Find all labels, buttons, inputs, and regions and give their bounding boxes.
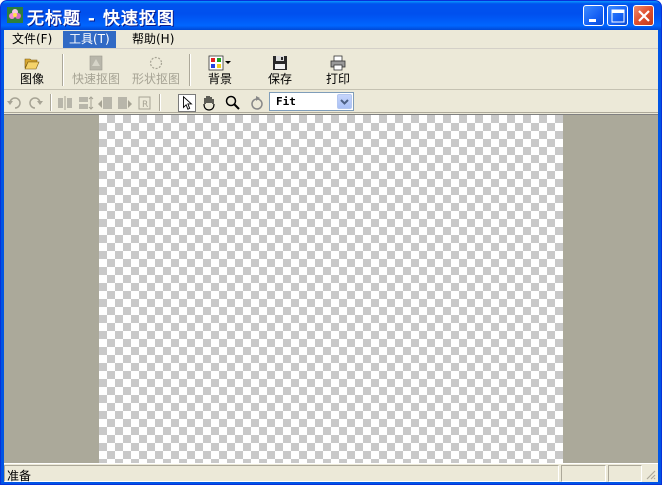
shape-cutout-icon bbox=[149, 56, 163, 70]
rotate-right-icon[interactable] bbox=[116, 94, 134, 112]
close-button[interactable] bbox=[633, 5, 654, 26]
window-title: 无标题 - 快速抠图 bbox=[27, 9, 175, 29]
toolbar-separator bbox=[189, 54, 191, 86]
shape-cutout-label: 形状抠图 bbox=[131, 72, 180, 86]
maximize-button[interactable] bbox=[607, 5, 628, 26]
rotate-left-icon[interactable] bbox=[96, 94, 114, 112]
folder-open-icon bbox=[24, 58, 40, 70]
transparent-canvas[interactable] bbox=[99, 115, 563, 464]
zoom-value: Fit bbox=[276, 95, 296, 108]
color-palette-icon bbox=[208, 55, 231, 71]
status-pane-main: 准备 bbox=[4, 465, 559, 483]
svg-text:R: R bbox=[142, 100, 148, 110]
client-area: 文件(F) 工具(T) 帮助(H) 图像 快速抠图 形状抠图 背景 保存 打印 … bbox=[4, 30, 658, 483]
background-label: 背景 bbox=[207, 72, 232, 86]
background-button[interactable]: 背景 bbox=[202, 53, 238, 87]
close-icon bbox=[638, 10, 650, 22]
quick-cutout-button[interactable]: 快速抠图 bbox=[68, 53, 124, 87]
flip-vertical-icon[interactable] bbox=[76, 94, 94, 112]
app-window: 无标题 - 快速抠图 文件(F) 工具(T) 帮助(H) 图像 快速抠图 形状抠… bbox=[0, 0, 662, 485]
status-bar: 准备 bbox=[4, 463, 658, 483]
reset-icon[interactable]: R bbox=[136, 94, 154, 112]
edit-toolbar: R Fit bbox=[4, 91, 658, 113]
menu-help[interactable]: 帮助(H) bbox=[126, 31, 180, 48]
menu-file[interactable]: 文件(F) bbox=[6, 31, 58, 48]
hand-icon[interactable] bbox=[200, 94, 218, 112]
floppy-disk-icon bbox=[273, 56, 287, 70]
shape-cutout-button[interactable]: 形状抠图 bbox=[128, 53, 184, 87]
status-text: 准备 bbox=[7, 469, 32, 483]
zoom-select[interactable]: Fit bbox=[269, 92, 354, 111]
quick-cutout-label: 快速抠图 bbox=[71, 72, 120, 86]
minimize-button[interactable] bbox=[583, 5, 604, 26]
toolbar-separator bbox=[159, 94, 161, 111]
rotate-icon[interactable] bbox=[248, 94, 266, 112]
open-image-label: 图像 bbox=[19, 72, 44, 86]
workspace[interactable] bbox=[4, 114, 658, 464]
open-image-button[interactable]: 图像 bbox=[14, 53, 50, 87]
printer-icon bbox=[330, 55, 346, 71]
toolbar-separator bbox=[50, 94, 52, 111]
status-pane-secondary bbox=[561, 465, 606, 482]
toolbar-separator bbox=[62, 54, 64, 86]
print-button[interactable]: 打印 bbox=[320, 53, 356, 87]
undo-icon[interactable] bbox=[6, 94, 24, 112]
app-flower-icon[interactable] bbox=[7, 7, 23, 23]
status-pane-tertiary bbox=[608, 465, 642, 482]
maximize-icon bbox=[611, 9, 625, 23]
flip-horizontal-icon[interactable] bbox=[56, 94, 74, 112]
menu-tools[interactable]: 工具(T) bbox=[63, 31, 116, 48]
magnifier-icon[interactable] bbox=[224, 94, 242, 112]
menu-bar: 文件(F) 工具(T) 帮助(H) bbox=[4, 30, 658, 49]
save-button[interactable]: 保存 bbox=[262, 53, 298, 87]
resize-grip-icon[interactable] bbox=[644, 468, 656, 480]
zoom-dropdown-button[interactable] bbox=[337, 94, 352, 109]
pointer-icon[interactable] bbox=[178, 94, 196, 112]
minimize-icon bbox=[589, 19, 596, 22]
quick-cutout-icon bbox=[89, 55, 103, 71]
save-label: 保存 bbox=[267, 72, 292, 86]
title-bar[interactable]: 无标题 - 快速抠图 bbox=[1, 1, 661, 30]
redo-icon[interactable] bbox=[26, 94, 44, 112]
main-toolbar: 图像 快速抠图 形状抠图 背景 保存 打印 bbox=[4, 50, 658, 90]
print-label: 打印 bbox=[325, 72, 350, 86]
chevron-down-icon bbox=[340, 99, 349, 105]
